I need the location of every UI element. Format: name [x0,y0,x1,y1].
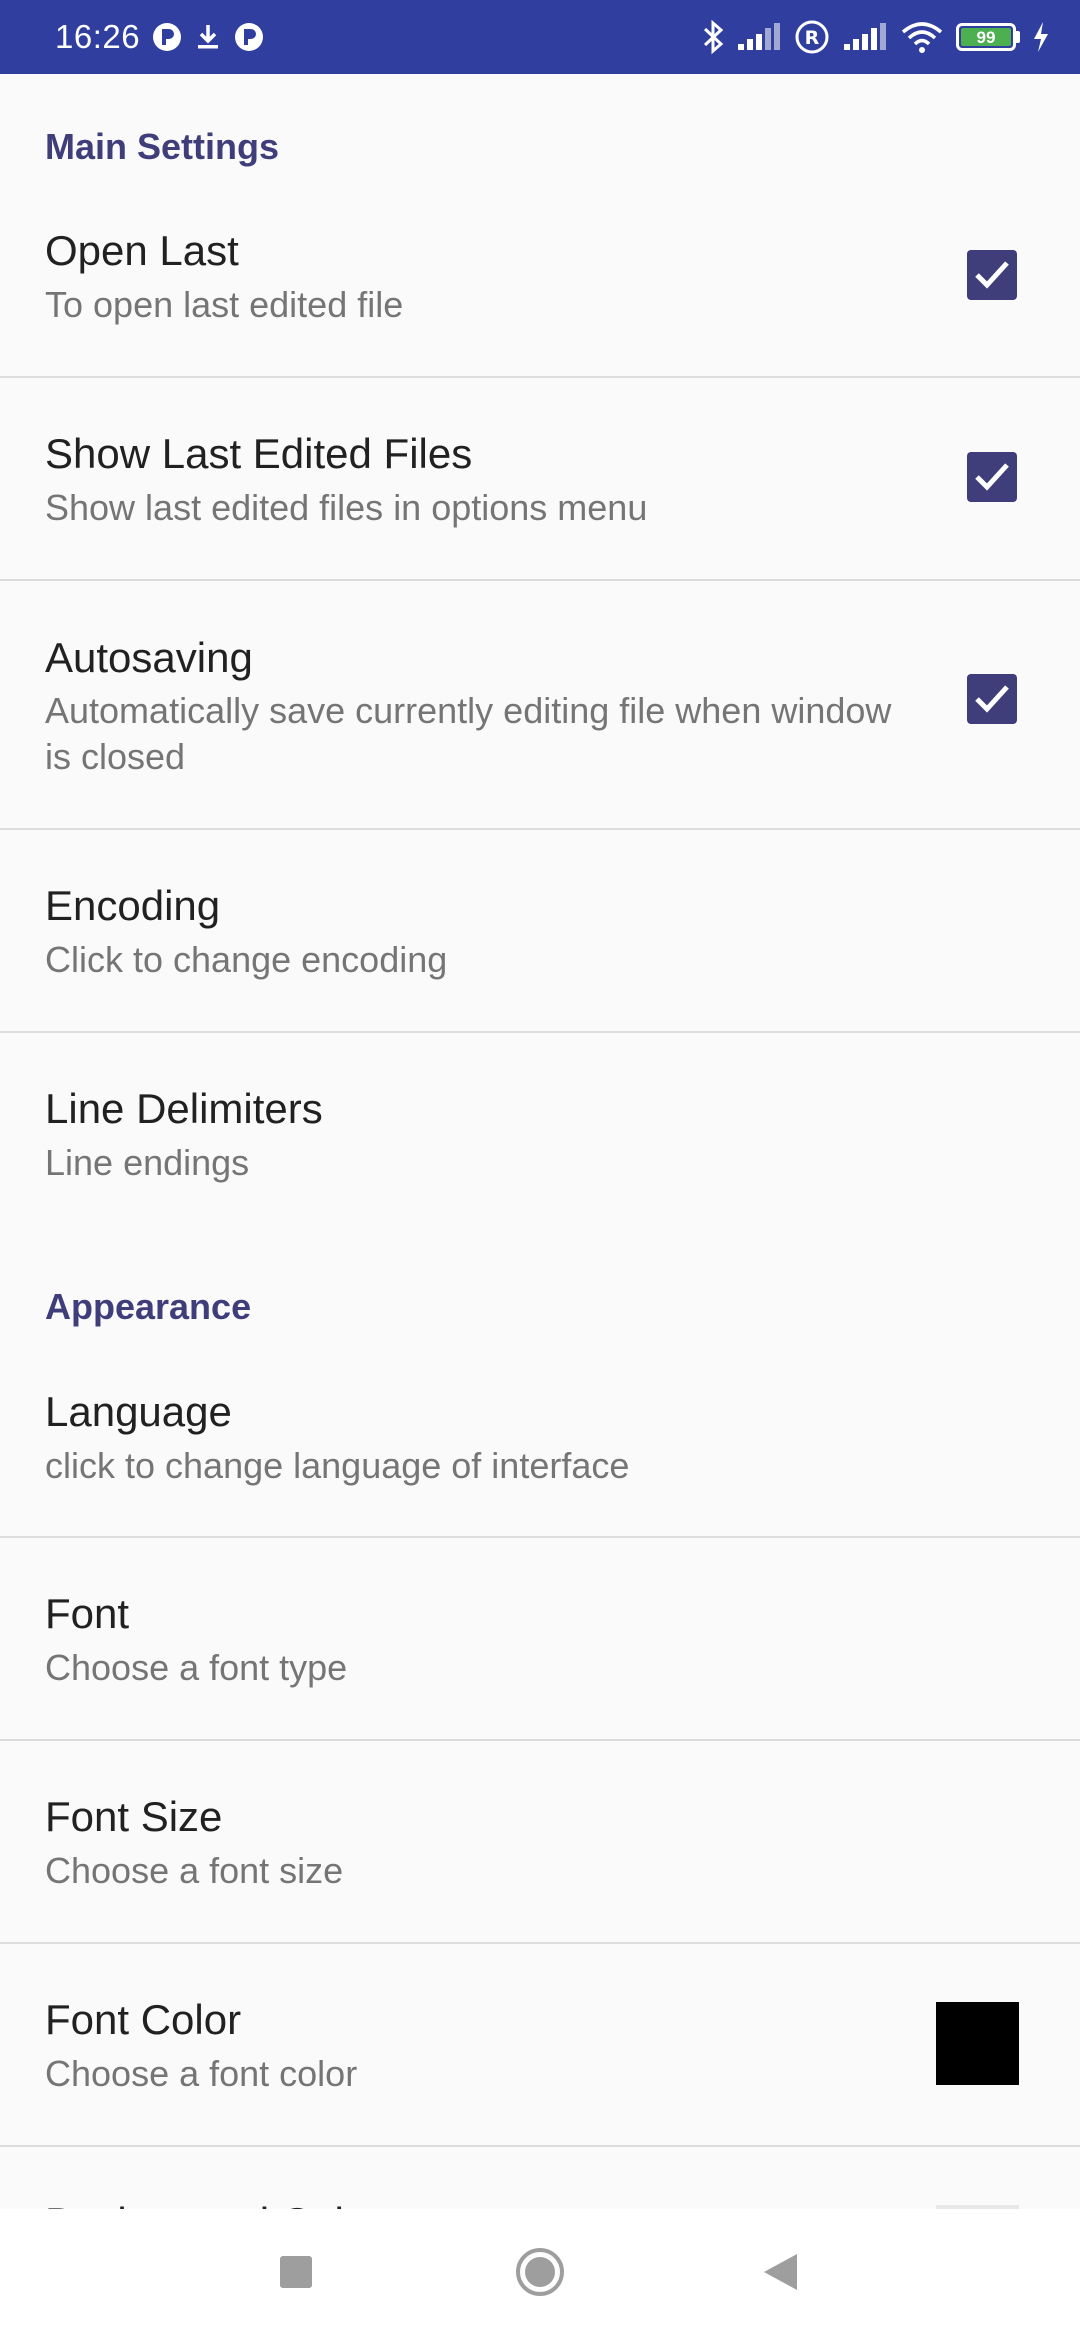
open-last-checkbox[interactable] [967,250,1017,300]
pref-summary: Click to change encoding [45,939,448,980]
pref-title: Autosaving [45,634,253,681]
p-icon [152,22,182,52]
divider [0,579,1080,581]
divider [0,1536,1080,1538]
divider [0,2145,1080,2147]
pref-summary: click to change language of interface [45,1445,630,1486]
divider [0,376,1080,378]
autosaving-checkbox[interactable] [967,674,1017,724]
pref-background-color[interactable]: Background Color [0,2187,1080,2209]
pref-title: Open Last [45,227,239,274]
home-button[interactable] [490,2209,590,2340]
navigation-bar [0,2209,1080,2340]
wifi-icon [900,20,944,54]
divider [0,1942,1080,1944]
pref-font-color[interactable]: Font Color Choose a font color [0,1984,1080,2134]
svg-text:R: R [805,27,820,49]
pref-autosaving[interactable]: Autosaving Automatically save currently … [0,622,1080,822]
roaming-icon: R [794,19,830,55]
pref-summary: Choose a font size [45,1850,344,1891]
signal-icon [736,22,782,52]
settings-list[interactable]: Main Settings Open Last To open last edi… [0,74,1080,2209]
battery-level: 99 [961,28,1011,46]
pref-title: Line Delimiters [45,1085,323,1132]
pref-summary: Line endings [45,1142,250,1183]
pref-title: Show Last Edited Files [45,430,473,477]
circle-icon [514,2246,566,2303]
section-header-appearance: Appearance [45,1286,252,1327]
bluetooth-icon [702,19,724,55]
signal-icon [842,22,888,52]
font-color-swatch[interactable] [936,2002,1019,2085]
triangle-back-icon [761,2252,799,2297]
show-last-edited-files-checkbox[interactable] [967,452,1017,502]
pref-encoding[interactable]: Encoding Click to change encoding [0,870,1080,1020]
divider [0,1739,1080,1741]
pref-title: Language [45,1388,232,1435]
section-header-main: Main Settings [45,126,280,167]
status-bar: 16:26 R 99 [0,0,1080,74]
pref-title: Font Color [45,1996,242,2043]
p-icon [234,22,264,52]
pref-title: Encoding [45,882,221,929]
divider [0,828,1080,830]
pref-title: Background Color [45,2199,381,2209]
pref-title: Font Size [45,1793,223,1840]
status-time: 16:26 [55,18,141,55]
pref-line-delimiters[interactable]: Line Delimiters Line endings [0,1073,1080,1223]
pref-summary: Choose a font color [45,2053,358,2094]
back-button[interactable] [730,2209,830,2340]
pref-summary: Show last edited files in options menu [45,487,648,528]
pref-summary: Choose a font type [45,1647,348,1688]
square-icon [279,2255,313,2294]
pref-summary: Automatically save currently editing fil… [45,690,892,777]
pref-font-size[interactable]: Font Size Choose a font size [0,1781,1080,1931]
download-icon [194,22,222,52]
pref-title: Font [45,1590,130,1637]
pref-font[interactable]: Font Choose a font type [0,1578,1080,1728]
pref-language[interactable]: Language click to change language of int… [0,1376,1080,1526]
pref-open-last[interactable]: Open Last To open last edited file [0,214,1080,364]
battery-icon: 99 [956,23,1020,51]
charging-icon [1032,21,1050,53]
divider [0,1031,1080,1033]
pref-summary: To open last edited file [45,284,404,325]
pref-show-last-edited-files[interactable]: Show Last Edited Files Show last edited … [0,418,1080,568]
recents-button[interactable] [246,2209,346,2340]
